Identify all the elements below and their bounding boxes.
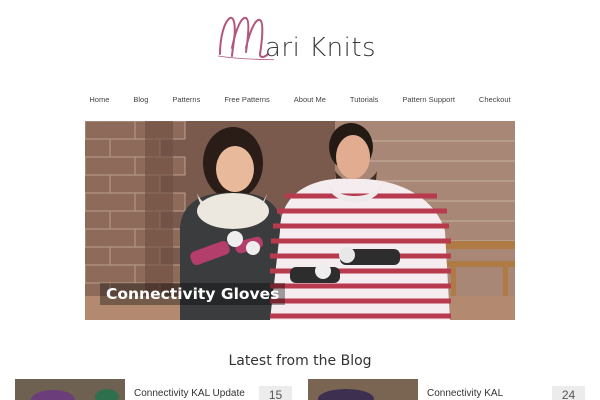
nav-patterns[interactable]: Patterns [172, 93, 200, 107]
nav-about-me[interactable]: About Me [294, 93, 326, 107]
blog-post-title[interactable]: Connectivity KAL Update [134, 388, 245, 399]
nav-pattern-support[interactable]: Pattern Support [402, 93, 455, 107]
nav-checkout[interactable]: Checkout [479, 93, 511, 107]
site-logo[interactable]: ari Knits [214, 8, 389, 64]
blog-post-thumbnail[interactable] [15, 379, 125, 400]
main-nav: Home Blog Patterns Free Patterns About M… [0, 93, 600, 107]
blog-post-date-badge: 24 [552, 386, 585, 400]
nav-home[interactable]: Home [89, 93, 109, 107]
hero-slide[interactable]: Connectivity Gloves [85, 121, 515, 320]
nav-free-patterns[interactable]: Free Patterns [224, 93, 269, 107]
nav-tutorials[interactable]: Tutorials [350, 93, 378, 107]
blog-post-card[interactable]: Connectivity KAL Update 15 [15, 379, 295, 400]
blog-post-date-badge: 15 [259, 386, 292, 400]
blog-post-title[interactable]: Connectivity KAL [427, 388, 503, 399]
nav-blog[interactable]: Blog [133, 93, 148, 107]
hero-caption[interactable]: Connectivity Gloves [100, 283, 286, 305]
logo-text: ari Knits [265, 33, 377, 63]
blog-section-title: Latest from the Blog [228, 353, 372, 369]
blog-post-thumbnail[interactable] [308, 379, 418, 400]
blog-post-card[interactable]: Connectivity KAL 24 [308, 379, 588, 400]
